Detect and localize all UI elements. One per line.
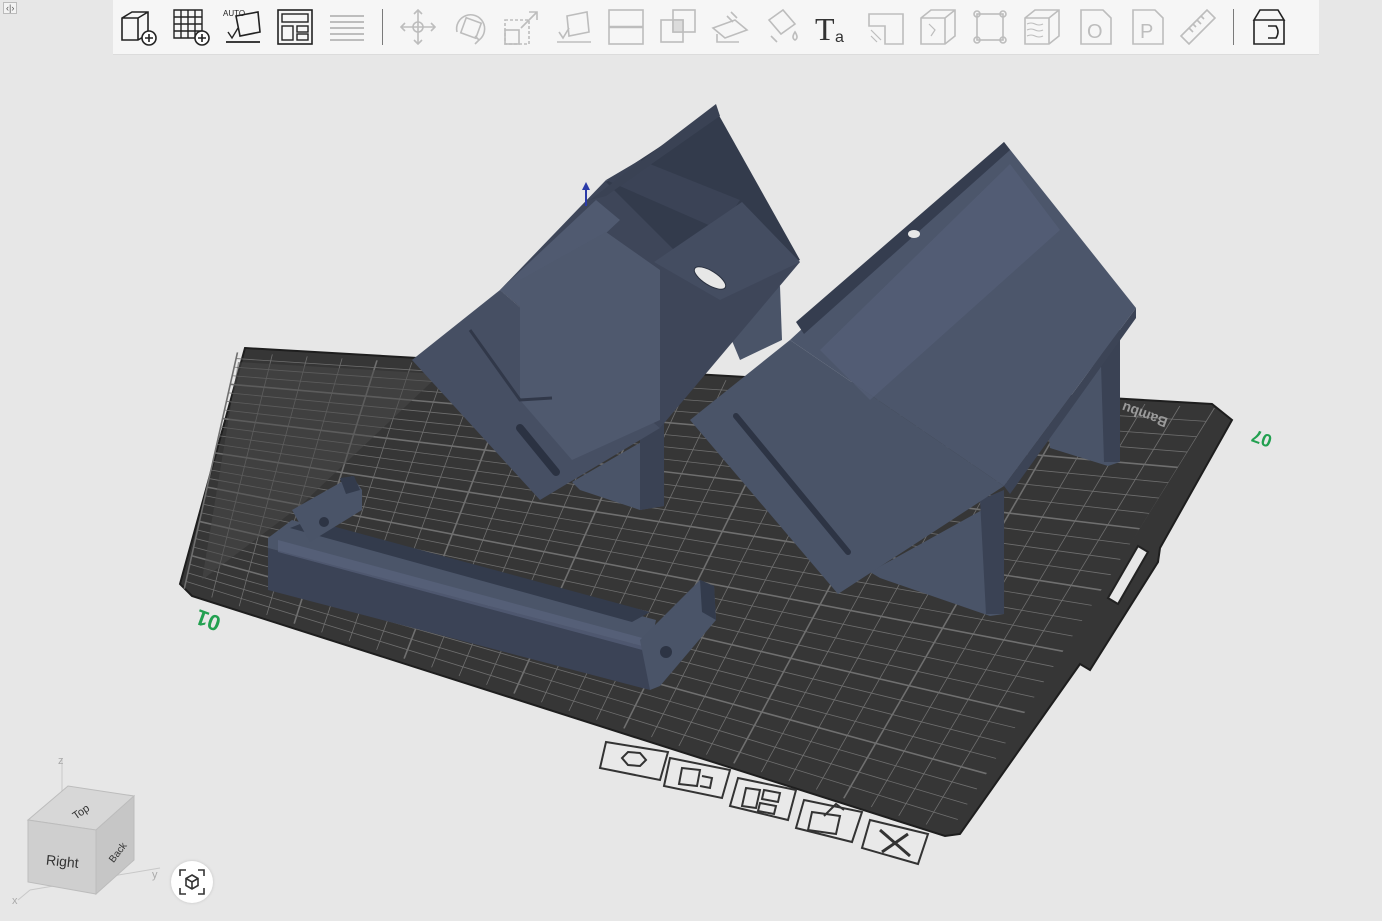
scale-icon xyxy=(504,11,538,45)
plate-settings-button[interactable] xyxy=(598,740,670,782)
color-paint-button[interactable] xyxy=(756,1,808,53)
reset-view-button[interactable] xyxy=(171,861,213,903)
rotate-icon xyxy=(455,14,486,45)
fuzzy-skin-icon xyxy=(1024,9,1060,45)
panel-toggle[interactable]: ‹|› xyxy=(3,2,18,14)
brim-p-icon: P xyxy=(1132,9,1164,45)
axis-y-label: y xyxy=(152,869,158,881)
fit-frame-icon xyxy=(973,10,1007,44)
color-paint-icon xyxy=(767,8,798,43)
seam-paint-button[interactable] xyxy=(860,1,912,53)
support-paint-icon xyxy=(711,11,749,43)
move-icon xyxy=(399,8,437,46)
grid-plus-icon xyxy=(173,9,210,46)
arrange-icon xyxy=(277,9,313,45)
auto-orient-button[interactable]: AUTO xyxy=(217,1,269,53)
svg-text:AUTO: AUTO xyxy=(223,9,245,18)
fit-frame-button[interactable] xyxy=(964,1,1016,53)
arrange-button[interactable] xyxy=(269,1,321,53)
axis-x-line xyxy=(17,889,31,901)
lay-on-face-icon xyxy=(557,11,591,43)
svg-text:P: P xyxy=(1140,21,1153,43)
axis-z-label: z xyxy=(58,755,64,767)
view-cube[interactable]: Top Right Back z y x xyxy=(10,750,180,910)
assembly-view-button[interactable] xyxy=(1243,1,1295,53)
plate-axis-label-front: 01 xyxy=(192,604,224,636)
move-button[interactable] xyxy=(392,1,444,53)
svg-text:a: a xyxy=(835,29,844,46)
3d-viewport[interactable]: 01 07 Bambu xyxy=(0,0,1382,916)
toolbar-separator xyxy=(1233,9,1234,45)
text-button[interactable]: Ta xyxy=(808,1,860,53)
brim-o-icon: O xyxy=(1080,9,1112,45)
reset-view-icon xyxy=(179,869,205,895)
emboss-icon xyxy=(920,9,956,45)
cube-plus-icon xyxy=(121,11,157,46)
plate-axis-label-right: 07 xyxy=(1249,425,1275,451)
seam-paint-icon xyxy=(868,13,904,45)
support-paint-button[interactable] xyxy=(704,1,756,53)
scale-button[interactable] xyxy=(496,1,548,53)
auto-orient-icon: AUTO xyxy=(223,9,261,43)
assembly-icon xyxy=(1252,9,1286,45)
cut-icon xyxy=(608,9,644,45)
boolean-button[interactable] xyxy=(652,1,704,53)
split-layers-button[interactable] xyxy=(321,1,373,53)
boolean-icon xyxy=(660,9,696,43)
fuzzy-skin-button[interactable] xyxy=(1016,1,1068,53)
add-object-button[interactable] xyxy=(113,1,165,53)
svg-text:T: T xyxy=(815,11,835,47)
toolbar-separator xyxy=(382,9,383,45)
lay-on-face-button[interactable] xyxy=(548,1,600,53)
cut-button[interactable] xyxy=(600,1,652,53)
prime-tower-button[interactable]: P xyxy=(1120,1,1172,53)
svg-text:O: O xyxy=(1087,21,1103,43)
measure-button[interactable] xyxy=(1172,1,1224,53)
add-plate-button[interactable] xyxy=(165,1,217,53)
rotate-button[interactable] xyxy=(444,1,496,53)
axis-x-label: x xyxy=(12,895,18,907)
text-icon: Ta xyxy=(815,11,844,47)
emboss-button[interactable] xyxy=(912,1,964,53)
view-cube-right-label: Right xyxy=(45,852,79,871)
layers-icon xyxy=(330,15,364,41)
ruler-icon xyxy=(1179,8,1217,46)
main-toolbar: AUTO Ta O P xyxy=(113,0,1319,55)
brim-ears-button[interactable]: O xyxy=(1068,1,1120,53)
